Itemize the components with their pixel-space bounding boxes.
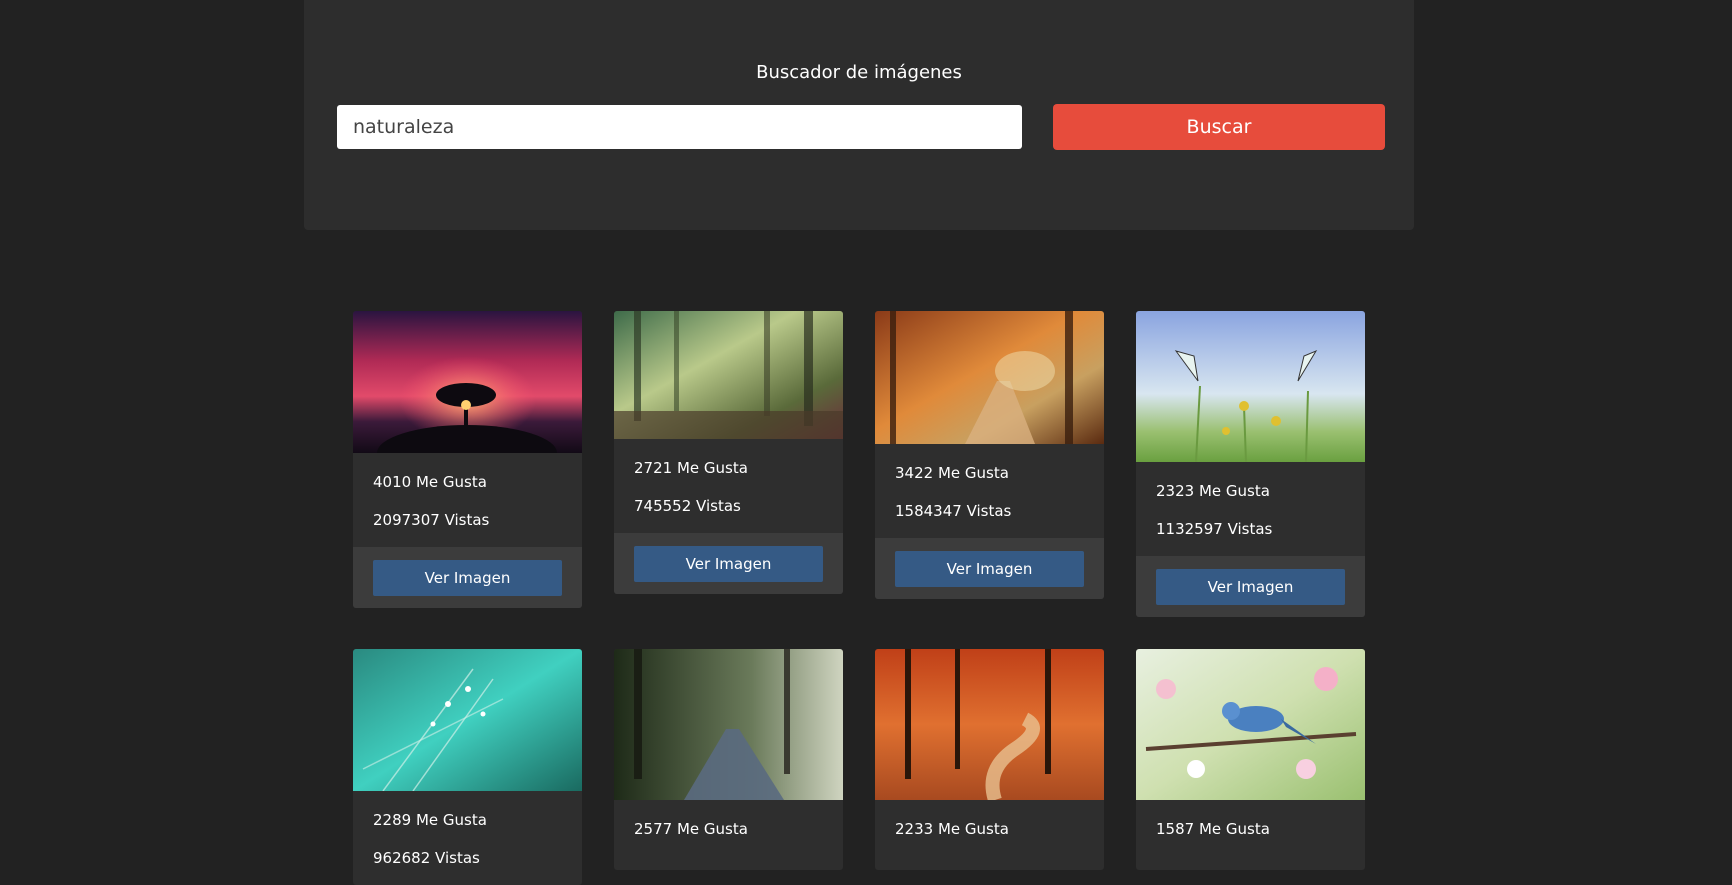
image-card: 2577 Me Gusta — [614, 649, 843, 870]
card-info: 2323 Me Gusta 1132597 Vistas — [1136, 462, 1365, 556]
misty-forest-photo[interactable] — [614, 311, 843, 439]
view-image-button[interactable]: Ver Imagen — [373, 560, 562, 596]
card-info: 2289 Me Gusta 962682 Vistas — [353, 791, 582, 885]
likes-count: 2323 Me Gusta — [1156, 482, 1270, 500]
card-info: 3422 Me Gusta 1584347 Vistas — [875, 444, 1104, 538]
butterflies-flowers-photo[interactable] — [1136, 311, 1365, 462]
image-card: 2721 Me Gusta 745552 Vistas Ver Imagen — [614, 311, 843, 594]
image-card: 2323 Me Gusta 1132597 Vistas Ver Imagen — [1136, 311, 1365, 617]
card-footer: Ver Imagen — [1136, 556, 1365, 617]
autumn-path-photo[interactable] — [875, 311, 1104, 444]
views-count: 1584347 Vistas — [895, 502, 1012, 520]
tree-sunset-photo[interactable] — [353, 311, 582, 453]
bluebird-blossom-photo[interactable] — [1136, 649, 1365, 800]
card-footer: Ver Imagen — [614, 533, 843, 594]
card-info: 2721 Me Gusta 745552 Vistas — [614, 439, 843, 533]
view-image-button[interactable]: Ver Imagen — [895, 551, 1084, 587]
image-card: 4010 Me Gusta 2097307 Vistas Ver Imagen — [353, 311, 582, 608]
likes-count: 1587 Me Gusta — [1156, 820, 1270, 838]
dandelion-dew-photo[interactable] — [353, 649, 582, 791]
image-card: 2289 Me Gusta 962682 Vistas — [353, 649, 582, 885]
image-card: 2233 Me Gusta — [875, 649, 1104, 870]
views-count: 1132597 Vistas — [1156, 520, 1273, 538]
likes-count: 2721 Me Gusta — [634, 459, 748, 477]
likes-count: 3422 Me Gusta — [895, 464, 1009, 482]
search-button[interactable]: Buscar — [1053, 104, 1385, 150]
autumn-trees-photo[interactable] — [875, 649, 1104, 800]
image-card: 1587 Me Gusta — [1136, 649, 1365, 870]
views-count: 745552 Vistas — [634, 497, 741, 515]
view-image-button[interactable]: Ver Imagen — [634, 546, 823, 582]
views-count: 962682 Vistas — [373, 849, 480, 867]
search-input[interactable] — [337, 105, 1022, 149]
card-footer: Ver Imagen — [353, 547, 582, 608]
likes-count: 4010 Me Gusta — [373, 473, 487, 491]
page-title: Buscador de imágenes — [756, 62, 962, 83]
view-image-button[interactable]: Ver Imagen — [1156, 569, 1345, 605]
likes-count: 2289 Me Gusta — [373, 811, 487, 829]
forest-road-photo[interactable] — [614, 649, 843, 800]
search-panel: Buscador de imágenes Buscar — [304, 0, 1414, 230]
views-count: 2097307 Vistas — [373, 511, 490, 529]
card-info: 4010 Me Gusta 2097307 Vistas — [353, 453, 582, 547]
likes-count: 2233 Me Gusta — [895, 820, 1009, 838]
likes-count: 2577 Me Gusta — [634, 820, 748, 838]
image-card: 3422 Me Gusta 1584347 Vistas Ver Imagen — [875, 311, 1104, 599]
card-footer: Ver Imagen — [875, 538, 1104, 599]
